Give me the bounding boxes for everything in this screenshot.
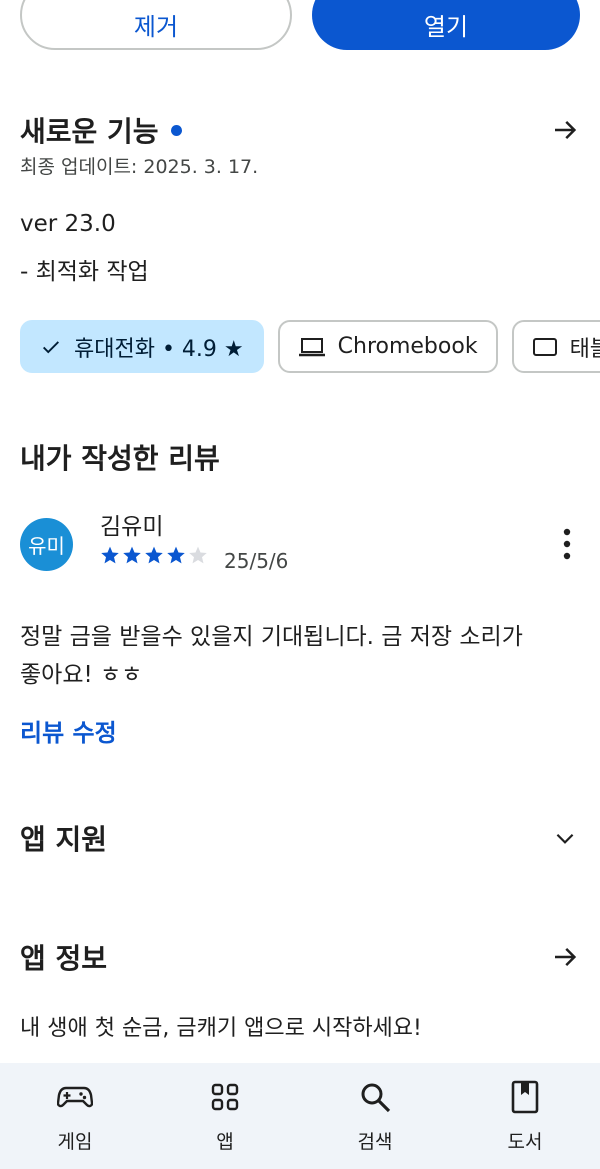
- whats-new-title: 새로운 기능: [20, 110, 182, 150]
- chip-tablet[interactable]: 태블릿: [511, 320, 600, 373]
- review-date: 25/5/6: [224, 549, 289, 573]
- chip-phone-label: 휴대전화 • 4.9 ★: [74, 336, 244, 362]
- nav-books-label: 도서: [507, 1131, 543, 1153]
- install-actions: 제거 열기: [20, 0, 580, 50]
- bottom-navigation: 게임 앱 검색 도서: [0, 1063, 600, 1169]
- app-info-title: 앱 정보: [20, 942, 108, 975]
- chip-phone[interactable]: 휴대전화 • 4.9 ★: [20, 320, 264, 373]
- app-support-header[interactable]: 앱 지원: [20, 818, 580, 858]
- whats-new-title-text: 새로운 기능: [20, 115, 159, 148]
- star-icon: [167, 546, 185, 564]
- nav-search[interactable]: 검색: [300, 1063, 450, 1169]
- chip-chromebook[interactable]: Chromebook: [277, 320, 498, 373]
- star-icon: [123, 546, 141, 564]
- more-vert-icon[interactable]: [562, 528, 572, 560]
- search-icon: [357, 1079, 393, 1115]
- nav-games-label: 게임: [57, 1131, 93, 1153]
- apps-grid-icon: [207, 1079, 243, 1115]
- app-support-title: 앱 지원: [20, 823, 108, 856]
- book-icon: [507, 1079, 543, 1115]
- gamepad-icon: [57, 1079, 93, 1115]
- app-info-header[interactable]: 앱 정보: [20, 937, 580, 977]
- star-rating: [100, 545, 208, 565]
- version-text: ver 23.0: [20, 211, 116, 237]
- my-review-title: 내가 작성한 리뷰: [20, 442, 220, 475]
- arrow-right-icon[interactable]: [550, 115, 580, 145]
- whats-new-header[interactable]: 새로운 기능: [20, 110, 580, 150]
- avatar: 유미: [20, 518, 73, 571]
- review-text-line1: 정말 금을 받을수 있을지 기대됩니다. 금 저장 소리가: [20, 624, 523, 650]
- nav-games[interactable]: 게임: [0, 1063, 150, 1169]
- chip-tablet-label: 태블릿: [569, 336, 600, 362]
- chevron-down-icon[interactable]: [550, 823, 580, 853]
- open-button[interactable]: 열기: [312, 0, 580, 50]
- nav-search-label: 검색: [357, 1131, 393, 1153]
- new-indicator-dot: [170, 124, 182, 136]
- nav-apps[interactable]: 앱: [150, 1063, 300, 1169]
- last-updated: 최종 업데이트: 2025. 3. 17.: [20, 156, 259, 178]
- edit-review-link[interactable]: 리뷰 수정: [20, 713, 117, 748]
- star-icon: [101, 546, 119, 564]
- reviewer-name: 김유미: [100, 514, 164, 540]
- chip-chromebook-label: Chromebook: [337, 334, 478, 359]
- nav-apps-label: 앱: [216, 1131, 234, 1153]
- tablet-icon: [532, 337, 558, 357]
- device-chips: 휴대전화 • 4.9 ★ Chromebook 태블릿: [20, 320, 600, 373]
- arrow-right-icon[interactable]: [550, 942, 580, 972]
- check-icon: [40, 336, 62, 358]
- star-empty-icon: [189, 546, 207, 564]
- app-description: 내 생애 첫 순금, 금캐기 앱으로 시작하세요!: [20, 1016, 422, 1041]
- release-notes: - 최적화 작업: [20, 259, 149, 285]
- review-text-line2: 좋아요! ㅎㅎ: [20, 662, 143, 688]
- star-icon: [145, 546, 163, 564]
- nav-books[interactable]: 도서: [450, 1063, 600, 1169]
- laptop-icon: [298, 336, 326, 358]
- uninstall-button[interactable]: 제거: [20, 0, 292, 50]
